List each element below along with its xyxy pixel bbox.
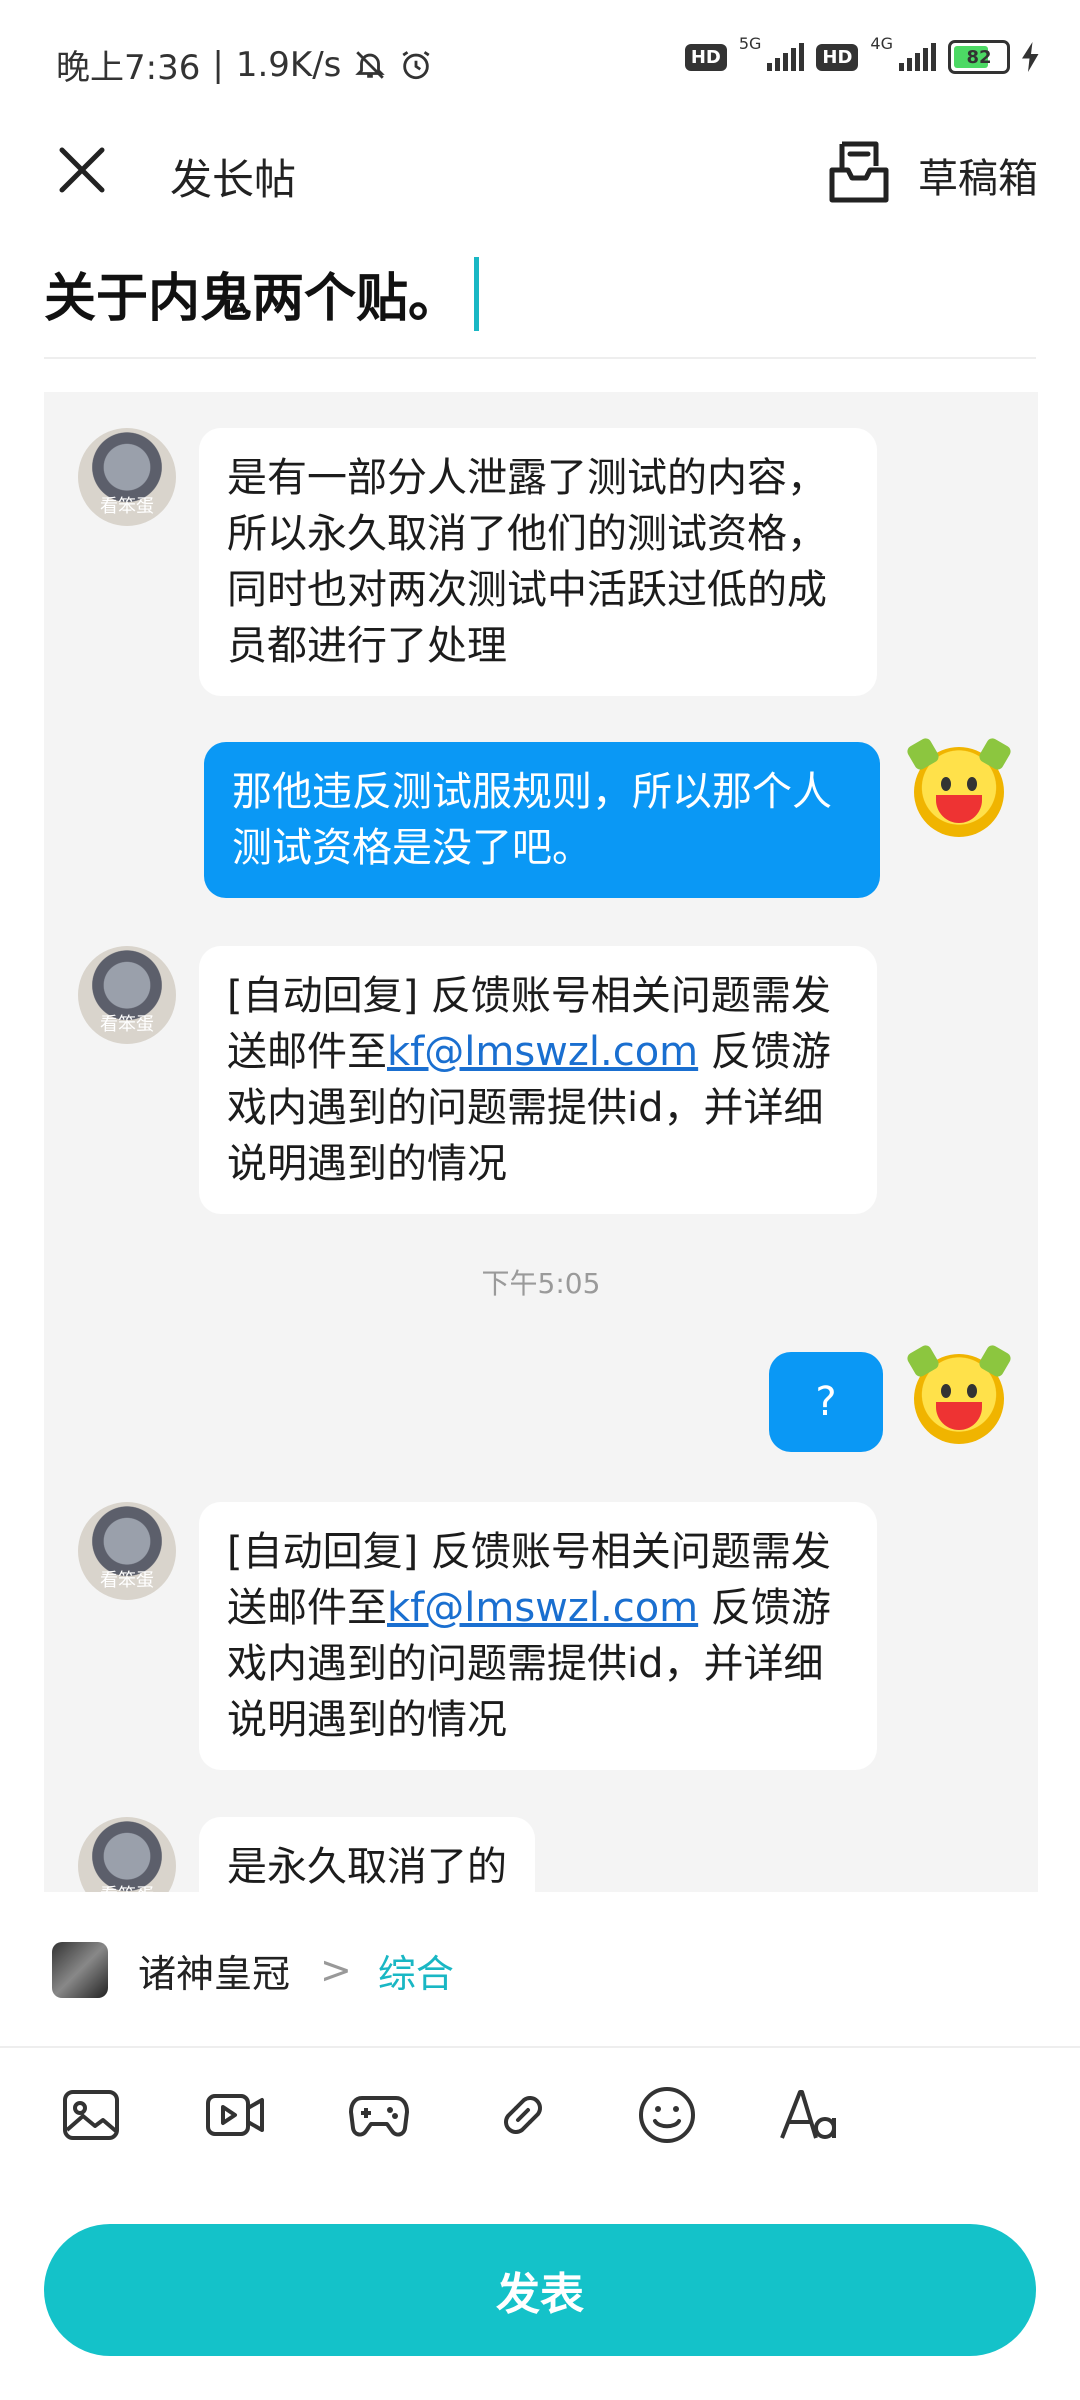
close-button[interactable] xyxy=(52,140,112,200)
drafts-box-icon xyxy=(829,141,889,203)
charging-icon xyxy=(1022,42,1039,72)
forum-selector[interactable]: 诸神皇冠 > 综合 xyxy=(52,1940,454,2000)
divider xyxy=(44,357,1036,359)
video-icon[interactable] xyxy=(204,2084,266,2146)
emoji-icon[interactable] xyxy=(636,2084,698,2146)
forum-logo xyxy=(52,1942,108,1998)
avatar: 看笨蛋 xyxy=(78,428,176,526)
chat-bubble-left: 是有一部分人泄露了测试的内容，所以永久取消了他们的测试资格，同时也对两次测试中活… xyxy=(199,428,877,696)
avatar: 看笨蛋 xyxy=(78,1817,176,1892)
chat-bubble-left: [自动回复] 反馈账号相关问题需发送邮件至kf@lmswzl.com 反馈游戏内… xyxy=(199,1502,877,1770)
email-link: kf@lmswzl.com xyxy=(387,1029,699,1075)
chat-bubble-right: 那他违反测试服规则，所以那个人测试资格是没了吧。 xyxy=(204,742,880,898)
user-emoji-avatar xyxy=(905,1343,1013,1444)
avatar: 看笨蛋 xyxy=(78,946,176,1044)
status-time: 晚上7:36 xyxy=(56,48,201,88)
mute-bell-icon xyxy=(355,50,386,79)
forum-category[interactable]: 综合 xyxy=(378,1943,454,1998)
signal-icon xyxy=(899,43,936,71)
email-link: kf@lmswzl.com xyxy=(387,1585,699,1631)
attached-chat-image[interactable]: 看笨蛋 是有一部分人泄露了测试的内容，所以永久取消了他们的测试资格，同时也对两次… xyxy=(44,392,1038,1892)
battery-icon: 82 xyxy=(948,40,1010,74)
alarm-icon xyxy=(402,50,430,79)
link-icon[interactable] xyxy=(492,2084,554,2146)
forum-name[interactable]: 诸神皇冠 xyxy=(138,1943,290,1998)
network-type: 4G xyxy=(870,33,893,53)
chat-bubble-left: 是永久取消了的 xyxy=(199,1817,535,1892)
image-icon[interactable] xyxy=(60,2084,122,2146)
drafts-button[interactable] xyxy=(828,140,890,206)
close-icon xyxy=(59,147,105,193)
hd-badge: HD xyxy=(816,43,859,71)
status-right: HD 5G HD 4G 82 xyxy=(684,34,1040,74)
chat-bubble-right: ? xyxy=(769,1352,883,1452)
text-format-icon[interactable] xyxy=(778,2084,840,2146)
avatar: 看笨蛋 xyxy=(78,1502,176,1600)
hd-badge: HD xyxy=(684,43,727,71)
status-bar: 晚上7:36 | 1.9K/s HD 5G HD 4G 82 xyxy=(0,0,1080,120)
post-title-input[interactable]: 关于内鬼两个贴。 xyxy=(44,256,480,331)
publish-button[interactable]: 发表 xyxy=(44,2224,1036,2356)
divider xyxy=(0,2046,1080,2048)
chat-timestamp: 下午5:05 xyxy=(481,1267,601,1300)
post-title-text: 关于内鬼两个贴。 xyxy=(44,269,461,329)
chat-bubble-left: [自动回复] 反馈账号相关问题需发送邮件至kf@lmswzl.com 反馈游戏内… xyxy=(199,946,877,1214)
network-type: 5G xyxy=(738,33,762,53)
game-icon[interactable] xyxy=(348,2084,410,2146)
drafts-label[interactable]: 草稿箱 xyxy=(918,146,1038,204)
text-cursor xyxy=(474,256,480,331)
status-left: 晚上7:36 | 1.9K/s xyxy=(56,40,433,89)
network-speed: 1.9K/s xyxy=(235,44,342,85)
page-title: 发长帖 xyxy=(170,155,297,204)
signal-icon xyxy=(767,43,805,71)
chevron-right-icon: > xyxy=(320,1948,352,1992)
user-emoji-avatar xyxy=(905,736,1013,837)
